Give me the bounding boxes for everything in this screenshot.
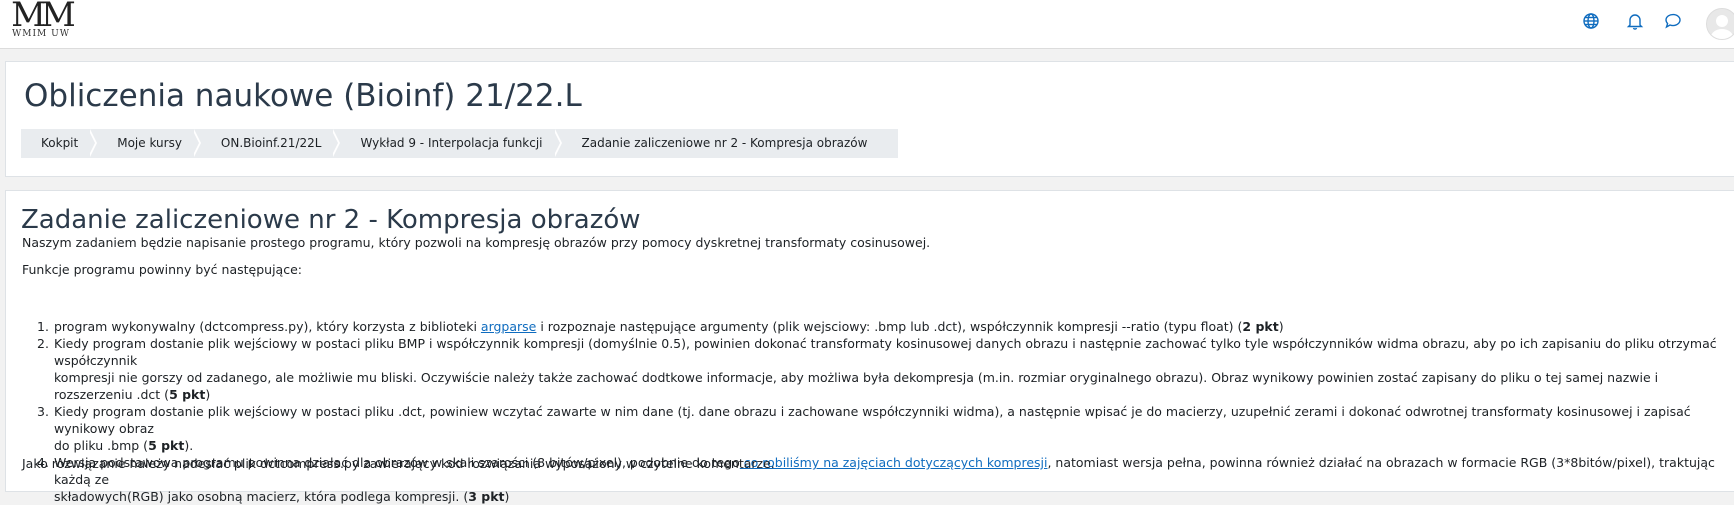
user-avatar-icon[interactable] [1706,8,1734,40]
list-item: 2. Kiedy program dostanie plik wejściowy… [37,336,1717,402]
course-title: Obliczenia naukowe (Bioinf) 21/22.L [24,78,582,114]
breadcrumb-item-current[interactable]: Zadanie zaliczeniowe nr 2 - Kompresja ob… [556,129,881,158]
breadcrumb-item-course[interactable]: ON.Bioinf.21/22L [195,129,340,158]
page-heading: Zadanie zaliczeniowe nr 2 - Kompresja ob… [21,205,641,235]
breadcrumb: Kokpit Moje kursy ON.Bioinf.21/22L Wykła… [21,129,899,158]
compression-classes-link[interactable]: co robiliśmy na zajęciach dotyczących ko… [740,455,1048,470]
chat-icon[interactable] [1663,11,1683,31]
breadcrumb-item-moje-kursy[interactable]: Moje kursy [91,129,201,158]
course-header: Obliczenia naukowe (Bioinf) 21/22.L Kokp… [5,61,1734,177]
top-navbar: MM WMIM UW [0,0,1734,49]
closing-text: Jako rozwiązanie należy nadesłać plik dc… [22,456,775,471]
argparse-link[interactable]: argparse [481,319,536,334]
site-logo[interactable]: MM WMIM UW [7,0,76,44]
assignment-content: Zadanie zaliczeniowe nr 2 - Kompresja ob… [5,190,1734,504]
functions-label: Funkcje programu powinny być następujące… [22,262,302,277]
logo-subtitle: WMIM UW [12,29,70,39]
globe-icon[interactable] [1581,11,1601,31]
requirements-list: 1. program wykonywalny (dctcompress.py),… [22,318,1732,505]
intro-text: Naszym zadaniem będzie napisanie prosteg… [22,235,931,250]
list-item: 3. Kiedy program dostanie plik wejściowy… [37,404,1691,453]
list-item: 1. program wykonywalny (dctcompress.py),… [37,319,1284,334]
breadcrumb-item-section[interactable]: Wykład 9 - Interpolacja funkcji [334,129,562,158]
bell-icon[interactable] [1625,11,1645,31]
logo-mark: MM [11,0,76,35]
breadcrumb-item-kokpit[interactable]: Kokpit [21,129,98,158]
